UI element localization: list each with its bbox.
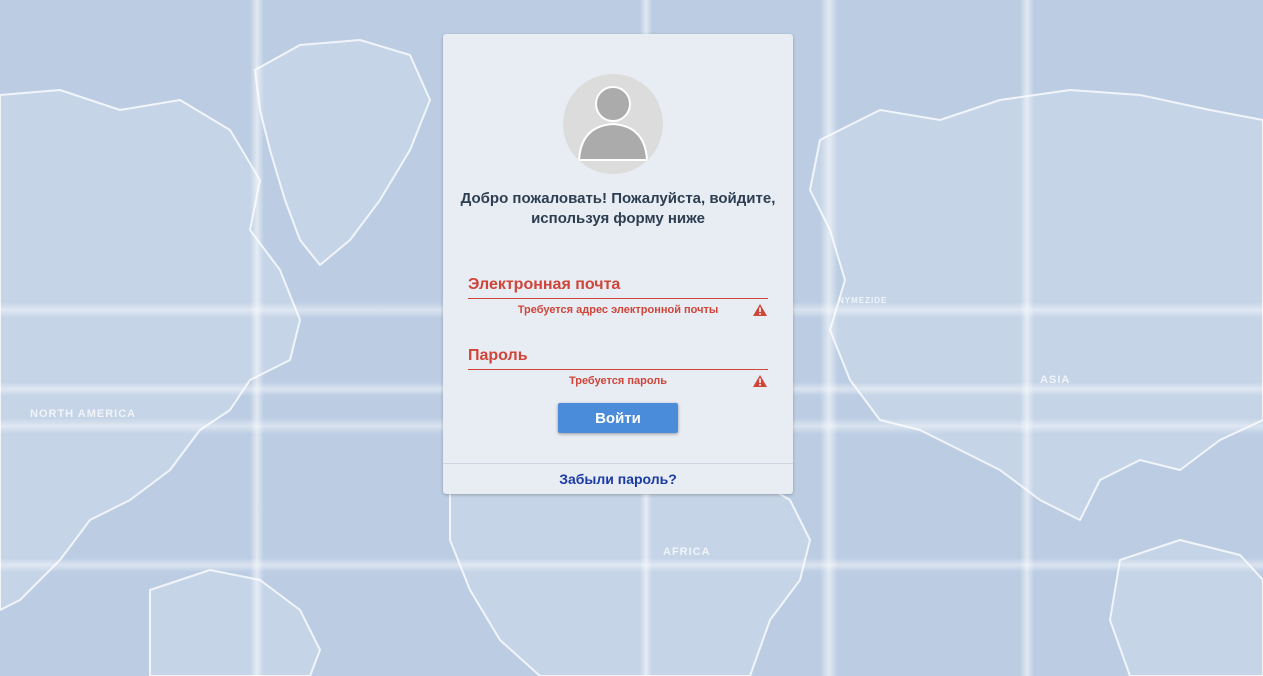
email-field-label[interactable]: Электронная почта [468,274,768,299]
south-america-shape [149,569,321,676]
map-label-africa: AFRICA [663,546,711,558]
welcome-message: Добро пожаловать! Пожалуйста, войдите, и… [460,190,776,227]
map-label-asia: ASIA [1040,374,1070,386]
greenland-shape [254,39,431,266]
map-label-nymezide: NYMEZIDE [838,296,887,305]
password-field[interactable]: Пароль Требуется пароль [468,345,768,390]
password-field-label[interactable]: Пароль [468,345,768,370]
warning-icon [753,375,767,387]
map-label-north-america: NORTH AMERICA [30,408,136,420]
user-placeholder-icon [563,74,663,174]
warning-icon [753,304,767,316]
email-error-message: Требуется адрес электронной почты [468,301,768,319]
login-button[interactable]: Войти [558,403,678,433]
email-error-text: Требуется адрес электронной почты [517,304,719,316]
password-error-text: Требуется пароль [568,375,668,387]
login-card: Добро пожаловать! Пожалуйста, войдите, и… [443,34,793,494]
login-page: NORTH AMERICA AFRICA ASIA NYMEZIDE Добро… [0,0,1263,676]
email-field[interactable]: Электронная почта Требуется адрес электр… [468,274,768,319]
forgot-password-link[interactable]: Забыли пароль? [559,471,677,487]
password-error-message: Требуется пароль [468,372,768,390]
card-footer: Забыли пароль? [443,463,793,494]
